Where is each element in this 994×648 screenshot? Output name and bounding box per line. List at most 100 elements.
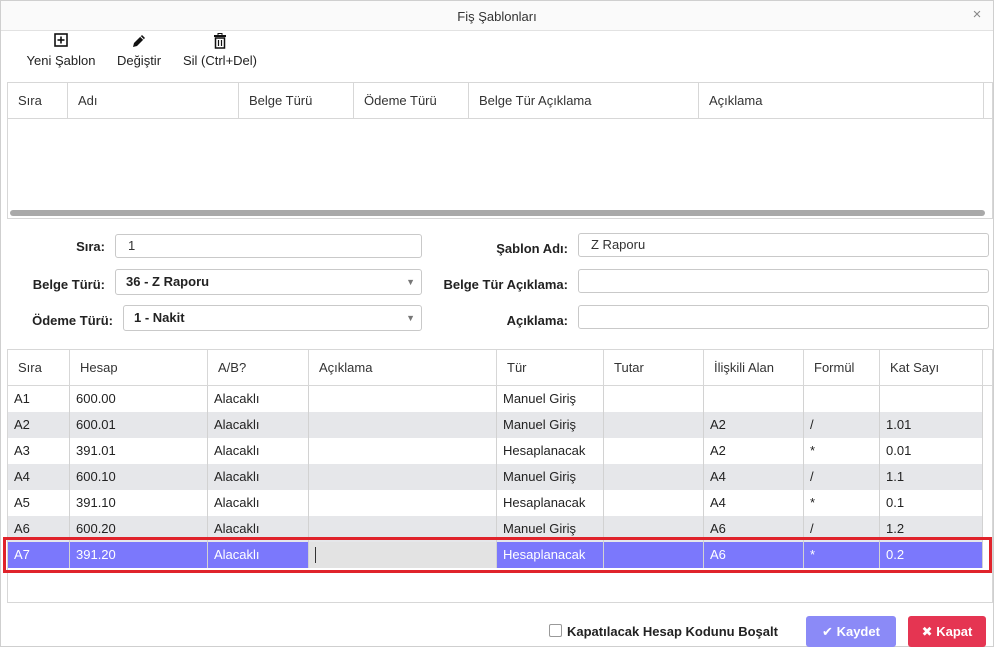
column-header[interactable]: Belge Tür Açıklama xyxy=(469,83,699,119)
table-cell[interactable]: / xyxy=(804,412,880,438)
edit-button[interactable]: Değiştir xyxy=(111,33,167,73)
table-cell[interactable]: A7 xyxy=(8,542,70,568)
table-cell[interactable]: A4 xyxy=(704,490,804,516)
delete-button[interactable]: Sil (Ctrl+Del) xyxy=(179,33,261,73)
table-cell[interactable]: 0.01 xyxy=(880,438,983,464)
column-header[interactable]: Açıklama xyxy=(309,350,497,386)
belge-turu-select[interactable]: 36 - Z Raporu ▼ xyxy=(115,269,422,295)
close-icon[interactable]: × xyxy=(969,7,985,23)
table-row[interactable]: A5 391.10 Alacaklı Hesaplanacak A4 * 0.1 xyxy=(8,490,983,516)
table-cell[interactable]: Manuel Giriş xyxy=(497,516,604,542)
table-cell[interactable] xyxy=(604,386,704,412)
table-row[interactable]: A4 600.10 Alacaklı Manuel Giriş A4/1.1 xyxy=(8,464,983,490)
table-cell[interactable]: Alacaklı xyxy=(208,386,309,412)
lines-grid[interactable]: Sıra Hesap A/B? Açıklama Tür Tutar İlişk… xyxy=(7,349,993,603)
table-cell[interactable]: A2 xyxy=(8,412,70,438)
table-cell[interactable]: Alacaklı xyxy=(208,464,309,490)
table-cell[interactable]: * xyxy=(804,490,880,516)
table-cell[interactable] xyxy=(804,386,880,412)
table-cell[interactable]: 0.2 xyxy=(880,542,983,568)
table-cell[interactable]: 391.10 xyxy=(70,490,208,516)
table-cell[interactable]: Manuel Giriş xyxy=(497,464,604,490)
table-cell[interactable]: 1.1 xyxy=(880,464,983,490)
new-template-button[interactable]: Yeni Şablon xyxy=(23,33,99,73)
table-cell[interactable]: Manuel Giriş xyxy=(497,412,604,438)
table-cell[interactable]: Alacaklı xyxy=(208,516,309,542)
table-cell[interactable] xyxy=(704,386,804,412)
table-cell[interactable]: / xyxy=(804,464,880,490)
table-cell[interactable] xyxy=(309,542,497,568)
table-cell[interactable]: A2 xyxy=(704,412,804,438)
table-cell[interactable]: 1.01 xyxy=(880,412,983,438)
table-cell[interactable] xyxy=(880,386,983,412)
table-cell[interactable] xyxy=(604,464,704,490)
odeme-turu-select[interactable]: 1 - Nakit ▼ xyxy=(123,305,422,331)
column-header[interactable]: Belge Türü xyxy=(239,83,354,119)
table-cell[interactable]: Hesaplanacak xyxy=(497,542,604,568)
table-cell[interactable]: 1.2 xyxy=(880,516,983,542)
templates-grid[interactable]: Sıra Adı Belge Türü Ödeme Türü Belge Tür… xyxy=(7,82,993,219)
table-cell[interactable]: Hesaplanacak xyxy=(497,438,604,464)
table-cell[interactable] xyxy=(604,412,704,438)
table-cell[interactable]: A5 xyxy=(8,490,70,516)
clear-account-code-label[interactable]: Kapatılacak Hesap Kodunu Boşalt xyxy=(567,624,778,639)
table-cell[interactable]: / xyxy=(804,516,880,542)
column-header[interactable]: Kat Sayı xyxy=(880,350,983,386)
table-row[interactable]: A6 600.20 Alacaklı Manuel Giriş A6/1.2 xyxy=(8,516,983,542)
column-header[interactable]: Sıra xyxy=(8,83,68,119)
table-cell[interactable]: A1 xyxy=(8,386,70,412)
column-header[interactable]: Tür xyxy=(497,350,604,386)
aciklama-input[interactable] xyxy=(578,305,989,329)
belge-tur-aciklama-input[interactable] xyxy=(578,269,989,293)
table-cell[interactable]: 600.10 xyxy=(70,464,208,490)
table-cell[interactable]: A3 xyxy=(8,438,70,464)
table-cell[interactable]: A2 xyxy=(704,438,804,464)
column-header[interactable]: Sıra xyxy=(8,350,70,386)
close-button[interactable]: ✖ Kapat xyxy=(908,616,986,647)
table-cell[interactable]: 391.01 xyxy=(70,438,208,464)
column-header[interactable]: İlişkili Alan xyxy=(704,350,804,386)
table-cell[interactable]: Alacaklı xyxy=(208,542,309,568)
table-cell[interactable] xyxy=(309,464,497,490)
table-cell[interactable] xyxy=(604,438,704,464)
table-row[interactable]: A3 391.01 Alacaklı Hesaplanacak A2 * 0.01 xyxy=(8,438,983,464)
table-cell[interactable] xyxy=(604,490,704,516)
table-cell[interactable] xyxy=(604,516,704,542)
column-header[interactable]: Formül xyxy=(804,350,880,386)
table-cell[interactable]: 600.00 xyxy=(70,386,208,412)
column-header[interactable]: Hesap xyxy=(70,350,208,386)
column-header[interactable]: Ödeme Türü xyxy=(354,83,469,119)
table-cell[interactable] xyxy=(604,542,704,568)
sablon-adi-input[interactable]: Z Raporu xyxy=(578,233,989,257)
table-cell[interactable] xyxy=(309,490,497,516)
table-row[interactable]: A2 600.01 Alacaklı Manuel Giriş A2/1.01 xyxy=(8,412,983,438)
table-cell[interactable]: A6 xyxy=(704,542,804,568)
table-row[interactable]: A7 391.20 Alacaklı Hesaplanacak A6 * 0.2 xyxy=(8,542,983,568)
table-cell[interactable]: 0.1 xyxy=(880,490,983,516)
table-cell[interactable] xyxy=(309,516,497,542)
save-button[interactable]: ✔ Kaydet xyxy=(806,616,896,647)
table-cell[interactable] xyxy=(309,438,497,464)
table-cell[interactable]: A6 xyxy=(704,516,804,542)
table-cell[interactable]: A4 xyxy=(8,464,70,490)
table-cell[interactable]: * xyxy=(804,438,880,464)
table-cell[interactable]: 391.20 xyxy=(70,542,208,568)
table-cell[interactable]: 600.01 xyxy=(70,412,208,438)
column-header[interactable]: Adı xyxy=(68,83,239,119)
table-cell[interactable]: * xyxy=(804,542,880,568)
table-cell[interactable] xyxy=(309,412,497,438)
table-cell[interactable]: Manuel Giriş xyxy=(497,386,604,412)
table-cell[interactable]: Hesaplanacak xyxy=(497,490,604,516)
table-cell[interactable] xyxy=(309,386,497,412)
table-cell[interactable]: 600.20 xyxy=(70,516,208,542)
table-cell[interactable]: Alacaklı xyxy=(208,438,309,464)
column-header[interactable]: Açıklama xyxy=(699,83,984,119)
table-cell[interactable]: Alacaklı xyxy=(208,490,309,516)
sira-input[interactable]: 1 xyxy=(115,234,422,258)
table-cell[interactable]: Alacaklı xyxy=(208,412,309,438)
table-cell[interactable]: A4 xyxy=(704,464,804,490)
clear-account-code-checkbox[interactable] xyxy=(549,624,562,637)
column-header[interactable]: A/B? xyxy=(208,350,309,386)
table-row[interactable]: A1 600.00 Alacaklı Manuel Giriş xyxy=(8,386,983,412)
horizontal-scrollbar[interactable] xyxy=(10,210,985,216)
